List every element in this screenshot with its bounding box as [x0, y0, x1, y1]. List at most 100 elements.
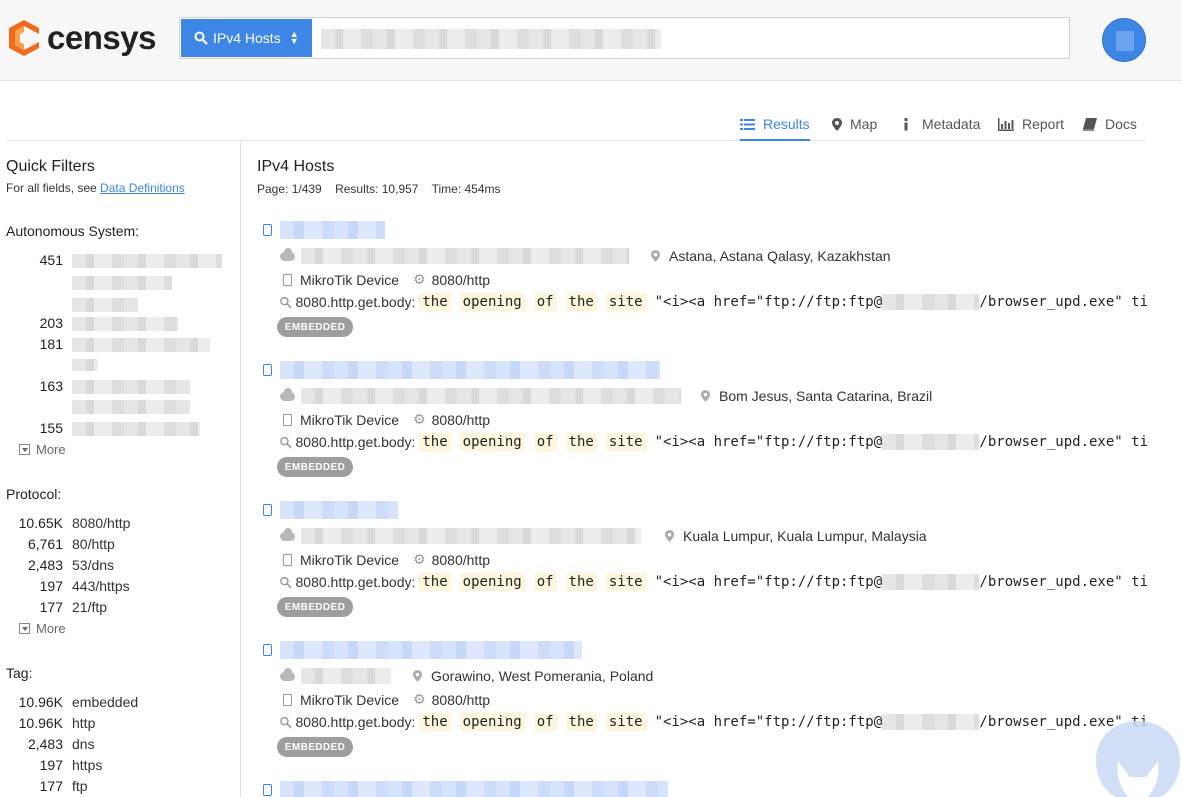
search-input-redacted[interactable]: [321, 29, 661, 49]
tab-label: Map: [850, 116, 878, 132]
highlight-word: the: [419, 713, 451, 731]
highlight-word: site: [605, 293, 646, 311]
filter-row[interactable]: 177 ftp: [0, 778, 240, 796]
filter-row[interactable]: 197 443/https: [0, 578, 240, 596]
quick-filters-title: Quick Filters: [6, 158, 95, 175]
tab-label: Results: [763, 116, 810, 132]
filter-label-redacted: [72, 422, 200, 436]
tab-report[interactable]: Report: [998, 116, 1064, 141]
filter-row[interactable]: 2,483 53/dns: [0, 557, 240, 575]
result-title[interactable]: [257, 640, 272, 660]
filter-count: 10.65K: [18, 515, 63, 531]
device-text: MikroTik Device: [300, 691, 400, 708]
tag-badge[interactable]: EMBEDDED: [277, 457, 353, 477]
result-title[interactable]: [257, 360, 272, 380]
filter-row[interactable]: 181: [0, 336, 240, 371]
tag-badge[interactable]: EMBEDDED: [277, 597, 353, 617]
filter-row[interactable]: 10.96K embedded: [0, 694, 240, 712]
highlight-word: the: [565, 713, 597, 731]
tab-metadata[interactable]: Metadata: [903, 116, 980, 141]
list-icon: [740, 119, 755, 130]
quick-filters-sidebar: Quick Filters For all fields, see Data D…: [0, 141, 241, 797]
filter-label: embedded: [72, 694, 139, 710]
filter-count: 181: [39, 336, 63, 352]
result-body-match: 8080.http.get.body: the opening of the s…: [280, 573, 1148, 591]
search-icon: [280, 716, 292, 728]
page-count: Page: 1/439: [257, 182, 322, 196]
filter-label-redacted: [72, 254, 222, 268]
page-title: IPv4 Hosts: [257, 158, 335, 175]
port-text: 8080/http: [431, 271, 490, 288]
search-icon: [194, 31, 208, 45]
highlight-word: site: [605, 573, 646, 591]
filter-label: dns: [72, 736, 95, 752]
filter-row[interactable]: 451: [0, 252, 240, 312]
highlight-word: site: [605, 433, 646, 451]
field-name: 8080.http.get.body:: [295, 434, 416, 450]
filter-label: 80/http: [72, 536, 115, 552]
result-title[interactable]: [257, 780, 272, 797]
code-snippet-end: /browser_upd.exe" ti: [979, 434, 1148, 450]
query-time: Time: 454ms: [431, 182, 501, 196]
result-service-line: MikroTik Device ⚙ 8080/http: [280, 551, 490, 568]
filter-row[interactable]: 177 21/ftp: [0, 599, 240, 617]
app-name: censys: [47, 19, 156, 56]
result-ip-link-redacted[interactable]: [280, 641, 582, 659]
tab-docs[interactable]: Docs: [1083, 116, 1137, 141]
data-definitions-link[interactable]: Data Definitions: [100, 181, 185, 195]
code-snippet-start: "<i><a href="ftp://ftp:ftp@: [654, 714, 883, 730]
more-label: More: [36, 442, 66, 457]
cloud-icon: [280, 247, 295, 261]
highlight-word: opening: [459, 713, 525, 731]
filter-count: 6,761: [27, 536, 63, 552]
more-protocol-button[interactable]: More: [19, 621, 66, 636]
censys-logo[interactable]: censys: [7, 19, 156, 57]
more-autonomous-button[interactable]: More: [19, 442, 66, 457]
map-pin-icon: [832, 118, 842, 131]
filter-count: 2,483: [27, 557, 63, 573]
device-text: MikroTik Device: [300, 411, 400, 428]
tab-map[interactable]: Map: [832, 116, 877, 141]
filter-row[interactable]: 197 https: [0, 757, 240, 775]
filter-label-redacted: [72, 298, 138, 312]
tag-badge[interactable]: EMBEDDED: [277, 317, 353, 337]
filter-row[interactable]: 6,761 80/http: [0, 536, 240, 554]
search-icon: [280, 436, 292, 448]
result-ip-link-redacted[interactable]: [280, 221, 385, 239]
user-avatar[interactable]: [1102, 18, 1146, 62]
result-item: Bom Jesus, Santa Catarina, Brazil MikroT…: [257, 360, 1148, 490]
port-text: 8080/http: [431, 691, 490, 708]
port-text: 8080/http: [431, 411, 490, 428]
result-title[interactable]: [257, 220, 272, 240]
filter-row[interactable]: 155: [0, 420, 240, 438]
highlight-word: of: [533, 713, 557, 731]
search-type-select[interactable]: IPv4 Hosts ▲ ▼: [181, 19, 312, 57]
filter-row[interactable]: 10.65K 8080/http: [0, 515, 240, 533]
filter-label-redacted: [72, 338, 210, 352]
result-ip-link-redacted[interactable]: [280, 361, 660, 379]
book-icon: [1083, 118, 1097, 131]
highlight-word: opening: [459, 293, 525, 311]
filter-count: 10.96K: [18, 694, 63, 710]
search-type-label: IPv4 Hosts: [213, 30, 281, 46]
tag-badge[interactable]: EMBEDDED: [277, 737, 353, 757]
highlight-word: opening: [459, 433, 525, 451]
gear-icon: ⚙: [413, 691, 426, 707]
highlight-word: of: [533, 433, 557, 451]
tag-title: Tag:: [6, 665, 33, 681]
avatar-image: [1116, 31, 1134, 51]
highlight-word: the: [419, 293, 451, 311]
result-ip-link-redacted[interactable]: [280, 781, 668, 797]
cloud-icon: [280, 527, 295, 541]
filter-count: 197: [39, 578, 63, 594]
result-tabs: Results Map Metadata Report Docs: [6, 112, 1146, 141]
result-ip-link-redacted[interactable]: [280, 501, 398, 519]
filter-row[interactable]: 203: [0, 315, 240, 333]
result-title[interactable]: [257, 500, 272, 520]
filter-row[interactable]: 2,483 dns: [0, 736, 240, 754]
result-service-line: MikroTik Device ⚙ 8080/http: [280, 271, 490, 288]
filter-row[interactable]: 163: [0, 378, 240, 414]
highlight-word: the: [565, 573, 597, 591]
tab-results[interactable]: Results: [740, 116, 810, 141]
filter-row[interactable]: 10.96K http: [0, 715, 240, 733]
